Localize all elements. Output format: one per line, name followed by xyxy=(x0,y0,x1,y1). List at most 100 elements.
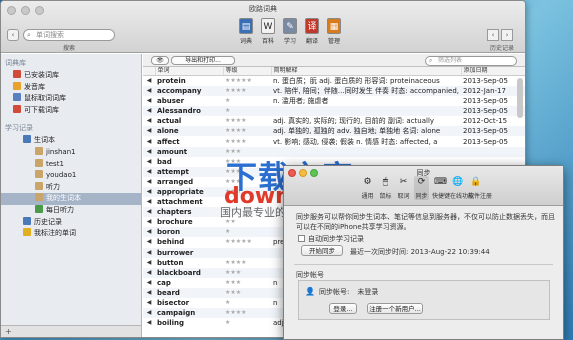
table-row[interactable]: ◀ Alessandro ★ 2013-Sep-05 xyxy=(143,106,525,117)
speaker-icon[interactable]: ◀ xyxy=(143,207,155,218)
auto-sync-label: 自动同步学习记录 xyxy=(308,235,364,243)
toolbar-label: 词典 xyxy=(239,38,252,45)
filter-input[interactable]: ⌕ 筛选列表 xyxy=(425,56,517,66)
sidebar-item[interactable]: 可下载词库 xyxy=(1,104,141,117)
pencil-icon xyxy=(35,181,43,190)
toolbar-item-0[interactable]: ▤ 词典 xyxy=(237,18,255,45)
speaker-icon[interactable]: ◀ xyxy=(143,278,155,288)
back-icon[interactable]: ‹ xyxy=(7,29,19,41)
sidebar-item[interactable]: 发音库 xyxy=(1,81,141,94)
table-row[interactable]: ◀ abuser ★ n. 滥用者; 施虐者 2013-Sep-05 xyxy=(143,96,525,106)
speaker-icon[interactable]: ◀ xyxy=(143,247,155,258)
eye-icon[interactable]: 👁 xyxy=(151,56,169,65)
pencil-icon xyxy=(35,170,43,179)
sidebar-item[interactable]: youdao1 xyxy=(1,170,141,182)
speaker-icon[interactable]: ◀ xyxy=(143,308,155,319)
register-button[interactable]: 注册一个新用户... xyxy=(367,303,423,314)
word-cell: arranged xyxy=(157,177,194,186)
sidebar-item[interactable]: 历史记录 xyxy=(1,216,141,229)
export-print-button[interactable]: 导出和打印... xyxy=(171,56,235,65)
definition-cell: vt. 影响; 感动, 侵袭; 假装 n. 情感 时态: affected, a xyxy=(273,137,438,146)
sidebar-item-label: 我标注的单词 xyxy=(34,229,76,238)
sidebar-item[interactable]: 鼠标取词词库 xyxy=(1,93,141,105)
rating-cell: ★ xyxy=(225,299,231,307)
capture-icon: ✂ xyxy=(399,177,408,187)
speaker-icon[interactable]: ◀ xyxy=(143,126,155,137)
speaker-icon[interactable]: ◀ xyxy=(143,186,155,198)
toolbar-item-1[interactable]: W 百科 xyxy=(259,18,277,45)
speaker-icon[interactable]: ◀ xyxy=(143,227,155,238)
speaker-icon[interactable]: ◀ xyxy=(143,96,155,106)
login-button[interactable]: 登录... xyxy=(329,303,357,314)
speaker-icon[interactable]: ◀ xyxy=(143,217,155,227)
column-header[interactable]: 等级 xyxy=(223,67,272,76)
pref-tab-5[interactable]: 🌐 在线功能 xyxy=(450,176,474,200)
rating-cell: ★ xyxy=(223,227,271,238)
sidebar-item[interactable]: 生词本 xyxy=(1,135,141,147)
speaker-icon[interactable]: ◀ xyxy=(143,76,155,87)
pref-tab-0[interactable]: ⚙ 通用 xyxy=(360,176,375,200)
sidebar-item[interactable]: jinshan1 xyxy=(1,146,141,159)
toolbar-item-3[interactable]: 译翻译 xyxy=(303,18,321,45)
speaker-icon[interactable]: ◀ xyxy=(143,237,155,247)
speaker-icon[interactable]: ◀ xyxy=(143,166,155,177)
word-cell: bisector xyxy=(157,299,190,308)
word-cell: chapters xyxy=(155,207,223,218)
account-label: 同步帐号: xyxy=(318,288,350,296)
checkbox-box[interactable] xyxy=(298,235,305,242)
sidebar-item[interactable]: 每日听力 xyxy=(1,204,141,217)
add-button[interactable]: + xyxy=(1,325,141,337)
history-forward-icon[interactable]: › xyxy=(501,29,513,41)
vertical-scrollbar[interactable] xyxy=(517,78,523,118)
sidebar-item[interactable]: 已安装词库 xyxy=(1,70,141,82)
table-row[interactable]: ◀ affect ★★★★ vt. 影响; 感动, 侵袭; 假装 n. 情感 时态: … xyxy=(143,136,525,146)
pref-titlebar: 同步 ⚙ 通用 🖱 鼠标 ✂ 取词 ⟳ 同步 ⌨ 快捷键 🌐 在线功能 🔒 软件注册 xyxy=(284,166,563,206)
speaker-icon[interactable]: ◀ xyxy=(143,157,155,167)
auto-sync-checkbox[interactable]: 自动同步学习记录 xyxy=(298,234,364,244)
pref-tab-2[interactable]: ✂ 取词 xyxy=(396,176,411,200)
toolbar-item-2[interactable]: ✎ 学习 xyxy=(281,18,299,45)
person-icon: 👤 xyxy=(305,287,315,296)
speaker-icon[interactable]: ◀ xyxy=(143,146,155,157)
speaker-icon[interactable]: ◀ xyxy=(143,267,155,278)
speaker-icon[interactable]: ◀ xyxy=(143,318,155,328)
pref-tab-1[interactable]: 🖱 鼠标 xyxy=(378,176,393,200)
start-sync-button[interactable]: 开始同步 xyxy=(301,245,343,256)
table-row[interactable]: ◀ protein ★★★★★ n. 蛋白质；朊 adj. 蛋白质的 形容词: pro… xyxy=(143,76,525,87)
history-back-icon[interactable]: ‹ xyxy=(487,29,499,41)
speaker-icon[interactable]: ◀ xyxy=(143,287,155,298)
table-row[interactable]: ◀ actual ★★★★ adj. 真实的, 实际的; 现行的, 目前的 副词: a… xyxy=(143,116,525,126)
word-cell: brochure xyxy=(157,218,193,227)
sidebar-item[interactable]: test1 xyxy=(1,158,141,171)
pref-tab-6[interactable]: 🔒 软件注册 xyxy=(468,176,492,200)
date-cell: 2013-Sep-05 xyxy=(463,137,508,146)
pref-tab-4[interactable]: ⌨ 快捷键 xyxy=(432,176,450,200)
pref-tab-3[interactable]: ⟳ 同步 xyxy=(414,176,429,200)
speaker-icon[interactable]: ◀ xyxy=(143,258,155,268)
column-header[interactable]: 添加日期 xyxy=(461,67,525,76)
table-row[interactable]: ◀ alone ★★★★ adj. 单独的, 孤独的 adv. 独自地; 单独地 名词… xyxy=(143,126,525,137)
search-input[interactable]: ⌕ 单词搜索 xyxy=(23,29,115,41)
sidebar-item-label: 历史记录 xyxy=(34,217,62,226)
book-icon: ▤ xyxy=(239,18,253,34)
definition-cell: n. 滥用者; 施虐者 xyxy=(273,97,329,106)
column-header[interactable] xyxy=(143,67,156,76)
toolbar-item-4[interactable]: ▦ 管理 xyxy=(325,18,343,45)
column-header[interactable]: 单词 xyxy=(155,67,224,76)
sidebar-item[interactable]: 我的生词本 xyxy=(1,193,141,205)
column-header[interactable]: 简明解释 xyxy=(271,67,462,76)
speaker-icon[interactable]: ◀ xyxy=(143,177,155,187)
speaker-icon[interactable]: ◀ xyxy=(143,197,155,207)
speaker-icon[interactable]: ◀ xyxy=(143,86,155,97)
sidebar-item[interactable]: 我标注的单词 xyxy=(1,228,141,240)
search-caption: 搜索 xyxy=(63,45,76,52)
sidebar-item-label: 每日听力 xyxy=(46,205,74,214)
speaker-icon[interactable]: ◀ xyxy=(143,106,155,117)
speaker-icon[interactable]: ◀ xyxy=(143,298,155,308)
speaker-icon[interactable]: ◀ xyxy=(143,116,155,126)
history-buttons: ‹ › xyxy=(487,29,513,41)
word-cell: bad xyxy=(157,157,172,166)
speaker-icon[interactable]: ◀ xyxy=(143,136,155,146)
sidebar-item[interactable]: 听力 xyxy=(1,181,141,194)
table-row[interactable]: ◀ accompany ★★★★ vt. 陪伴, 陪同；伴随…同时发生 伴奏 时态: … xyxy=(143,86,525,97)
